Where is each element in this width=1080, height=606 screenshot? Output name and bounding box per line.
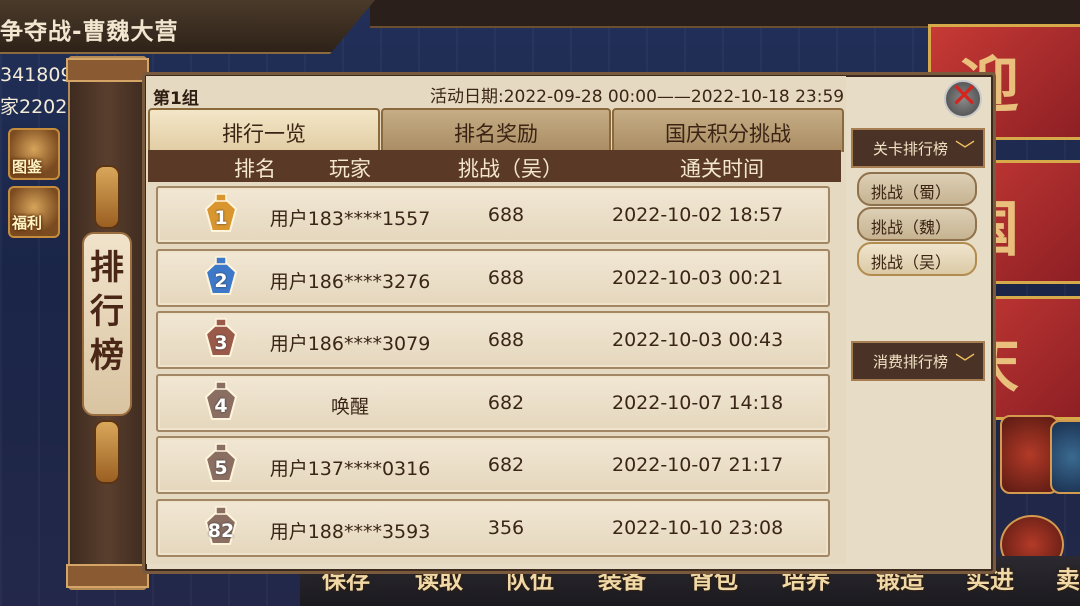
challenge-score: 682: [487, 454, 525, 476]
filter-label: 挑战（吴）: [871, 253, 952, 272]
tab-ranking-rewards[interactable]: 排名奖励: [381, 108, 611, 152]
scroll-cap-top: [66, 58, 149, 82]
challenge-score: 688: [487, 204, 525, 226]
page-title: 争夺战-曹魏大营: [0, 19, 179, 45]
clear-time: 2022-10-07 14:18: [612, 392, 784, 414]
challenge-score: 688: [487, 267, 525, 289]
clear-time: 2022-10-02 18:57: [612, 204, 784, 226]
scroll-knot-bottom: [94, 420, 120, 484]
chevron-down-icon: ﹀: [955, 351, 975, 375]
tab-label: 排行一览: [222, 122, 306, 146]
scroll-knot-top: [94, 165, 120, 229]
shield-icon[interactable]: [1050, 420, 1080, 494]
group-label: 第1组: [153, 89, 199, 109]
table-row: 2 用户186****3276 688 2022-10-03 00:21: [156, 249, 830, 307]
column-time: 通关时间: [680, 157, 764, 181]
menu-sell[interactable]: 卖: [1056, 560, 1080, 595]
challenge-score: 688: [487, 329, 525, 351]
close-button[interactable]: ✕: [944, 76, 982, 118]
filter-wei[interactable]: 挑战（魏）: [857, 207, 977, 241]
challenge-score: 682: [487, 392, 525, 414]
table-row: 1 用户183****1557 688 2022-10-02 18:57: [156, 186, 830, 244]
clear-time: 2022-10-03 00:21: [612, 267, 784, 289]
filter-label: 挑战（魏）: [871, 218, 952, 237]
filter-label: 挑战（蜀）: [871, 183, 952, 202]
column-player: 玩家: [329, 157, 371, 181]
tab-national-day-challenge[interactable]: 国庆积分挑战: [612, 108, 844, 152]
tab-ranking-overview[interactable]: 排行一览: [148, 108, 380, 152]
chevron-down-icon: ﹀: [955, 138, 975, 162]
stage-leaderboard-dropdown[interactable]: 关卡排行榜 ﹀: [851, 128, 985, 168]
clear-time: 2022-10-03 00:43: [612, 329, 784, 351]
scroll-cap-bottom: [66, 564, 149, 588]
dropdown-label: 关卡排行榜: [873, 140, 949, 158]
filter-shu[interactable]: 挑战（蜀）: [857, 172, 977, 206]
scroll-title-plaque: 排行榜: [82, 232, 132, 416]
tab-label: 排名奖励: [454, 122, 538, 146]
table-row: 3 用户186****3079 688 2022-10-03 00:43: [156, 311, 830, 369]
table-row: 4 唤醒 682 2022-10-07 14:18: [156, 374, 830, 432]
side-icon-label-book: 图鉴: [12, 158, 43, 176]
close-icon: ✕: [950, 76, 979, 116]
side-icon-label-gift: 福利: [12, 214, 43, 232]
dropdown-label: 消费排行榜: [873, 353, 949, 371]
clear-time: 2022-10-07 21:17: [612, 454, 784, 476]
clear-time: 2022-10-10 23:08: [612, 517, 784, 539]
column-challenge: 挑战（吴）: [458, 157, 563, 181]
table-row: 5 用户137****0316 682 2022-10-07 21:17: [156, 436, 830, 494]
challenge-score: 356: [487, 517, 525, 539]
event-date: 活动日期:2022-09-28 00:00——2022-10-18 23:59: [430, 87, 845, 107]
tab-label: 国庆积分挑战: [665, 122, 791, 146]
column-rank: 排名: [234, 157, 276, 181]
table-row: 82 用户188****3593 356 2022-10-10 23:08: [156, 499, 830, 557]
consume-leaderboard-dropdown[interactable]: 消费排行榜 ﹀: [851, 341, 985, 381]
player-id-text: 341809: [0, 64, 73, 86]
scroll-title: 排行榜: [90, 248, 124, 376]
filter-wu[interactable]: 挑战（吴）: [857, 242, 977, 276]
